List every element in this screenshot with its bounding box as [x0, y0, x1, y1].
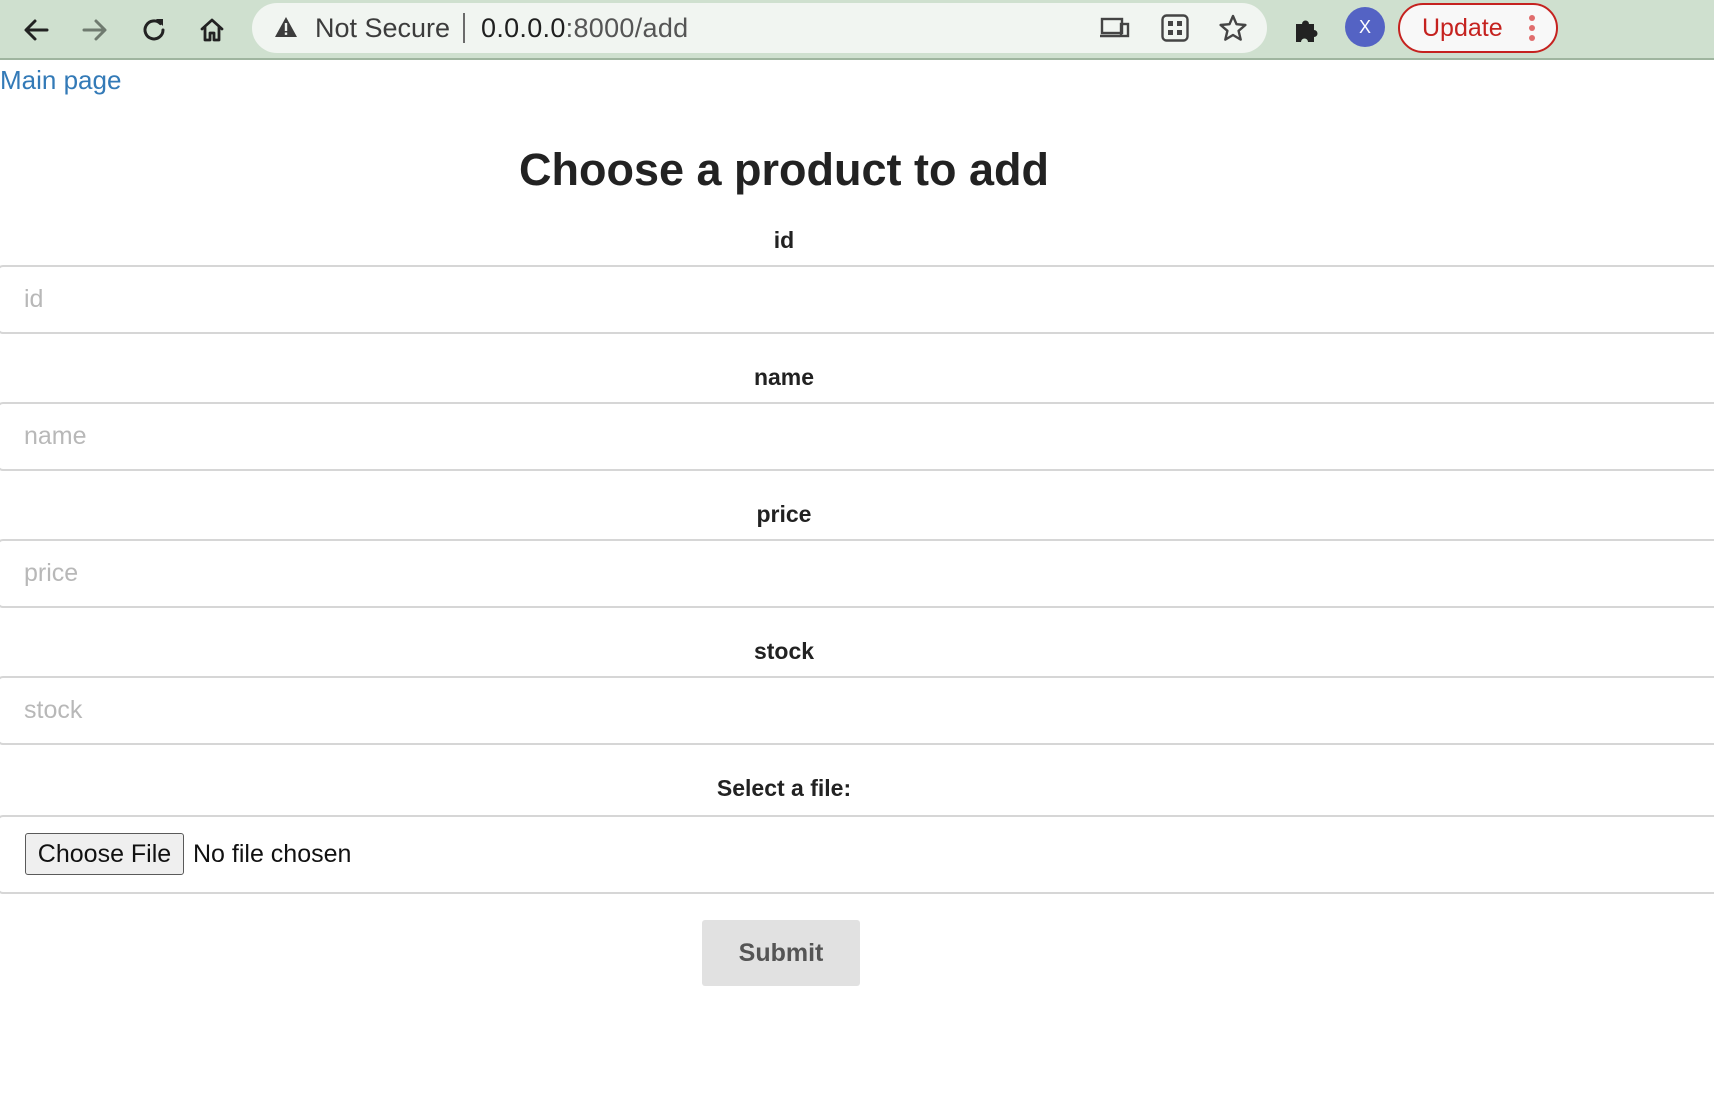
submit-button[interactable]: Submit	[702, 920, 860, 986]
update-label: Update	[1422, 14, 1503, 42]
browser-toolbar: Not Secure 0.0.0.0:8000/add X Update	[0, 0, 1714, 60]
address-divider	[463, 13, 465, 43]
price-label: price	[756, 501, 812, 527]
arrow-right-icon	[82, 19, 107, 41]
back-button[interactable]	[14, 8, 58, 52]
update-button[interactable]: Update	[1398, 3, 1558, 53]
file-status-text: No file chosen	[193, 840, 352, 868]
url-path: :8000/add	[565, 13, 689, 43]
file-input[interactable]: Choose File No file chosen	[0, 815, 1714, 894]
forward-button[interactable]	[73, 8, 117, 52]
reload-button[interactable]	[132, 8, 176, 52]
url-host: 0.0.0.0	[481, 13, 566, 43]
stock-label: stock	[753, 638, 815, 664]
kebab-menu-icon[interactable]	[1528, 15, 1536, 43]
arrow-left-icon	[24, 19, 49, 41]
choose-file-button[interactable]: Choose File	[25, 833, 184, 875]
home-icon	[200, 18, 224, 42]
page-title: Choose a product to add	[518, 144, 1049, 195]
address-bar[interactable]: Not Secure 0.0.0.0:8000/add	[252, 3, 1267, 53]
name-label: name	[753, 364, 815, 390]
extensions-button[interactable]	[1285, 8, 1329, 52]
id-input[interactable]	[0, 265, 1714, 334]
home-button[interactable]	[190, 8, 234, 52]
puzzle-piece-icon	[1296, 20, 1318, 42]
warning-triangle-icon[interactable]	[274, 16, 298, 38]
bookmark-button[interactable]	[1213, 8, 1253, 48]
avatar-initial: X	[1358, 16, 1371, 37]
main-page-link[interactable]: Main page	[0, 64, 121, 96]
qr-code-icon	[1161, 14, 1189, 42]
url-text[interactable]: 0.0.0.0:8000/add	[481, 12, 689, 44]
file-label: Select a file:	[716, 775, 852, 801]
name-input[interactable]	[0, 402, 1714, 471]
qr-code-button[interactable]	[1155, 8, 1195, 48]
price-input[interactable]	[0, 539, 1714, 608]
profile-avatar[interactable]: X	[1345, 7, 1385, 47]
cast-button[interactable]	[1095, 8, 1135, 48]
star-icon	[1219, 14, 1247, 41]
cast-devices-icon	[1100, 17, 1130, 38]
security-status-label[interactable]: Not Secure	[315, 12, 450, 44]
id-label: id	[773, 227, 795, 253]
stock-input[interactable]	[0, 676, 1714, 745]
reload-icon	[143, 19, 165, 41]
